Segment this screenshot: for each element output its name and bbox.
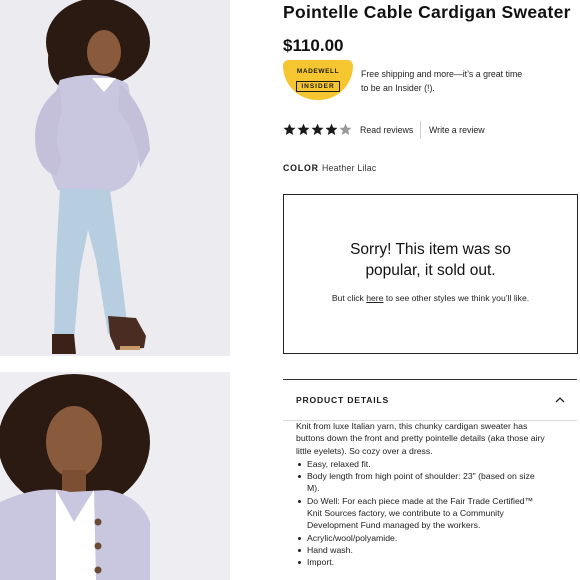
color-value: Heather Lilac bbox=[322, 163, 377, 173]
insider-badge[interactable]: MADEWELL INSIDER bbox=[283, 60, 353, 100]
star-rating[interactable] bbox=[283, 123, 352, 137]
star-icon bbox=[325, 123, 338, 135]
insider-badge-label: INSIDER bbox=[296, 81, 340, 92]
star-icon bbox=[297, 123, 310, 135]
product-photo-main[interactable] bbox=[0, 0, 230, 356]
sold-out-message-end: to see other styles we think you’ll like… bbox=[383, 293, 530, 303]
product-detail-item: Import. bbox=[296, 556, 548, 568]
sold-out-panel: Sorry! This item was so popular, it sold… bbox=[283, 194, 578, 354]
model-closeup-illustration bbox=[0, 372, 230, 580]
product-detail-item: Easy, relaxed fit. bbox=[296, 458, 548, 470]
color-label: COLOR bbox=[283, 163, 319, 173]
product-detail-item: Body length from high point of shoulder:… bbox=[296, 470, 548, 495]
sold-out-message-start: But click bbox=[331, 293, 367, 303]
product-details-body: Knit from luxe Italian yarn, this chunky… bbox=[296, 420, 548, 569]
product-details-accordion-header[interactable]: PRODUCT DETAILS bbox=[283, 379, 577, 421]
sold-out-message: But click here to see other styles we th… bbox=[284, 293, 577, 303]
other-styles-link[interactable]: here bbox=[366, 293, 383, 303]
star-icon bbox=[283, 123, 296, 135]
star-icon bbox=[311, 123, 324, 135]
write-review-link[interactable]: Write a review bbox=[429, 125, 485, 135]
reviews-divider bbox=[420, 121, 421, 139]
product-details-list: Easy, relaxed fit. Body length from high … bbox=[296, 458, 548, 569]
product-photo-closeup[interactable] bbox=[0, 372, 230, 580]
product-detail-item: Hand wash. bbox=[296, 544, 548, 556]
sold-out-heading: Sorry! This item was so popular, it sold… bbox=[350, 241, 511, 279]
product-title: Pointelle Cable Cardigan Sweater bbox=[283, 2, 571, 22]
insider-promo-text: Free shipping and more—it’s a great time… bbox=[361, 69, 523, 93]
insider-badge-brand: MADEWELL bbox=[296, 68, 340, 75]
product-detail-item: Acrylic/wool/polyamide. bbox=[296, 532, 548, 544]
product-price: $110.00 bbox=[283, 36, 344, 55]
chevron-up-icon[interactable] bbox=[553, 393, 567, 407]
read-reviews-link[interactable]: Read reviews bbox=[360, 125, 413, 135]
model-full-body-illustration bbox=[0, 0, 230, 356]
product-description: Knit from luxe Italian yarn, this chunky… bbox=[296, 421, 545, 456]
star-icon bbox=[339, 123, 352, 135]
product-detail-item: Do Well: For each piece made at the Fair… bbox=[296, 495, 548, 532]
product-details-title: PRODUCT DETAILS bbox=[296, 395, 390, 405]
